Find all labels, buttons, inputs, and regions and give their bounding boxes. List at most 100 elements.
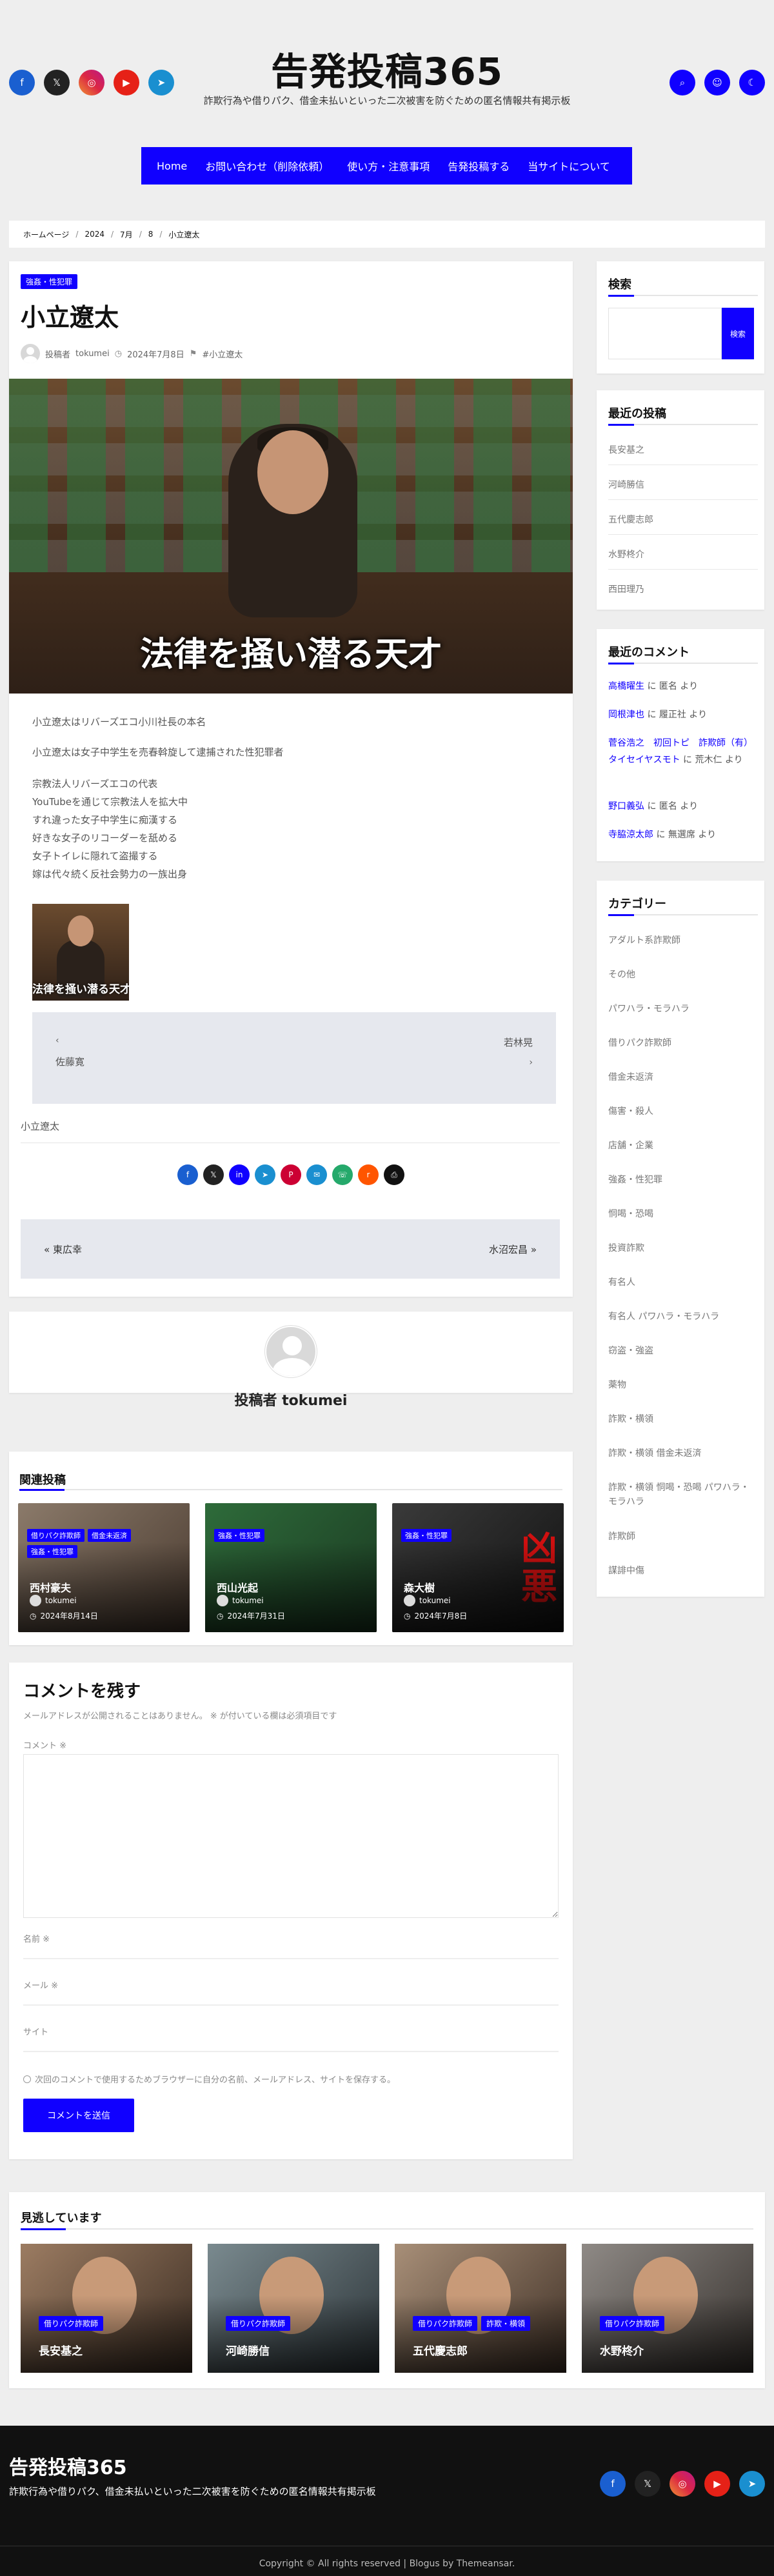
comment-post-link[interactable]: 匿名 [659,681,677,692]
comment-textarea[interactable] [23,1754,559,1918]
print-icon[interactable]: ⎙ [384,1164,404,1185]
telegram-icon[interactable]: ➤ [255,1164,275,1185]
user-icon[interactable]: ☺ [704,70,730,95]
dark-mode-toggle-icon[interactable]: ☾ [739,70,765,95]
x-twitter-icon[interactable]: 𝕏 [203,1164,224,1185]
post-date[interactable]: 2024年7月8日 [127,348,184,360]
submit-comment-button[interactable]: コメントを送信 [23,2099,134,2132]
nav-home[interactable]: Home [148,160,196,172]
category-link[interactable]: 借りパク詐欺師 [608,1036,671,1049]
recent-post-link[interactable]: 河崎勝信 [608,478,644,491]
author-link[interactable]: tokumei [75,349,110,359]
comment-post-link[interactable]: 荒木仁 [695,755,722,765]
card-category-badge[interactable]: 詐欺・横領 [481,2316,531,2331]
next-post-link[interactable]: 水沼宏昌 » [489,1243,537,1256]
post-inline-image[interactable]: 法律を掻い潜る天才 [32,904,129,1001]
related-card[interactable]: 強姦・性犯罪 西山光起 tokumei ◷ 2024年7月31日 [205,1503,377,1632]
nav-contact[interactable]: お問い合わせ（削除依頼） [196,158,338,174]
linkedin-icon[interactable]: in [229,1164,250,1185]
name-field[interactable] [23,1946,559,1959]
category-link[interactable]: アダルト系詐欺師 [608,934,680,946]
card-category-badge[interactable]: 借りパク詐欺師 [413,2316,478,2331]
category-link[interactable]: 謀誹中傷 [608,1564,644,1577]
card-title[interactable]: 長安基之 [39,2342,83,2358]
comment-author-link[interactable]: 寺脇涼太郎 [608,830,653,840]
search-input[interactable] [608,308,722,359]
category-link[interactable]: 店舗・企業 [608,1139,653,1152]
category-link[interactable]: 有名人 [608,1275,635,1288]
category-link[interactable]: 傷害・殺人 [608,1104,653,1117]
category-link[interactable]: 強姦・性犯罪 [608,1173,662,1186]
category-link[interactable]: パワハラ・モラハラ [608,1002,690,1015]
card-date[interactable]: 2024年8月14日 [40,1610,97,1621]
card-title[interactable]: 西山光起 [217,1579,258,1595]
card-category-badge[interactable]: 借りパク詐欺師 [39,2316,104,2331]
recent-post-link[interactable]: 五代慶志郎 [608,513,653,526]
nav-usage[interactable]: 使い方・注意事項 [338,158,439,174]
author-box-label[interactable]: 投稿者 tokumei [9,1389,573,1410]
instagram-icon[interactable]: ◎ [670,2471,695,2497]
recent-post-link[interactable]: 西田理乃 [608,583,644,595]
remember-checkbox[interactable] [23,2075,31,2083]
youtube-icon[interactable]: ▶ [704,2471,730,2497]
footer-title[interactable]: 告発投稿365 [9,2451,127,2480]
card-title[interactable]: 五代慶志郎 [413,2342,468,2358]
card-date[interactable]: 2024年7月8日 [414,1610,467,1621]
card-author[interactable]: tokumei [419,1596,451,1605]
telegram-icon[interactable]: ➤ [739,2471,765,2497]
breadcrumb-home[interactable]: ホームページ [23,229,69,240]
card-title[interactable]: 水野柊介 [600,2342,644,2358]
category-link[interactable]: その他 [608,968,635,981]
watched-card[interactable]: 借りパク詐欺師 水野柊介 [582,2244,753,2373]
comment-post-link[interactable]: 匿名 [659,801,677,812]
breadcrumb-year[interactable]: 2024 [84,230,104,239]
watched-card[interactable]: 借りパク詐欺師 河崎勝信 [208,2244,379,2373]
search-button[interactable]: 検索 [722,308,754,359]
category-link[interactable]: 詐欺師 [608,1530,635,1543]
author-avatar-large[interactable] [265,1326,317,1377]
post-tag[interactable]: #小立遼太 [202,348,243,360]
comment-post-link[interactable]: 履正社 [659,710,686,720]
breadcrumb-day[interactable]: 8 [148,230,154,239]
postnav-prev-link[interactable]: 佐藤寛 [55,1055,84,1068]
category-link[interactable]: 詐欺・横領 [608,1412,653,1425]
prev-post-link[interactable]: « 東広幸 [44,1243,82,1256]
card-category-badge[interactable]: 強姦・性犯罪 [401,1529,452,1542]
facebook-icon[interactable]: f [177,1164,198,1185]
breadcrumb-month[interactable]: 7月 [120,229,133,240]
arrow-left-icon[interactable]: ‹ [55,1035,59,1046]
search-icon[interactable]: ⌕ [670,70,695,95]
x-twitter-icon[interactable]: 𝕏 [635,2471,660,2497]
category-link[interactable]: 有名人 パワハラ・モラハラ [608,1310,719,1323]
card-date[interactable]: 2024年7月31日 [227,1610,284,1621]
category-link[interactable]: 詐欺・横領 借金未返済 [608,1446,701,1459]
card-category-badge[interactable]: 強姦・性犯罪 [214,1529,264,1542]
related-card[interactable]: 凶悪 強姦・性犯罪 森大樹 tokumei ◷2024年7月8日 [392,1503,564,1632]
email-icon[interactable]: ✉ [306,1164,327,1185]
comment-author-link[interactable]: 岡根津也 [608,710,644,720]
comment-post-link[interactable]: 無選席 [668,830,695,840]
related-card[interactable]: 借りパク詐欺師 借金未返済 強姦・性犯罪 西村豪夫 tokumei ◷ 2024年… [18,1503,190,1632]
card-title[interactable]: 西村豪夫 [30,1579,71,1595]
nav-about[interactable]: 当サイトについて [519,158,619,174]
site-field[interactable] [23,2039,559,2052]
pinterest-icon[interactable]: P [281,1164,301,1185]
card-author[interactable]: tokumei [232,1596,264,1605]
recent-post-link[interactable]: 水野柊介 [608,548,644,561]
site-title[interactable]: 告発投稿365 [0,41,774,95]
email-field[interactable] [23,1993,559,2006]
card-category-badge[interactable]: 強姦・性犯罪 [27,1545,77,1558]
category-link[interactable]: 恫喝・恐喝 [608,1207,653,1220]
comment-author-link[interactable]: 高橋曜生 [608,681,644,692]
reddit-icon[interactable]: r [358,1164,379,1185]
category-link[interactable]: 詐欺・横領 恫喝・恐喝 パワハラ・モラハラ [608,1481,758,1509]
card-category-badge[interactable]: 借りパク詐欺師 [27,1529,84,1542]
card-title[interactable]: 森大樹 [404,1579,435,1595]
watched-card[interactable]: 借りパク詐欺師 長安基之 [21,2244,192,2373]
category-link[interactable]: 窃盗・強盗 [608,1344,653,1357]
recent-post-link[interactable]: 長安基之 [608,443,644,456]
card-category-badge[interactable]: 借りパク詐欺師 [226,2316,291,2331]
author-avatar[interactable] [21,344,40,363]
watched-card[interactable]: 借りパク詐欺師 詐欺・横領 五代慶志郎 [395,2244,566,2373]
post-tag-footer[interactable]: 小立遼太 [21,1119,59,1133]
